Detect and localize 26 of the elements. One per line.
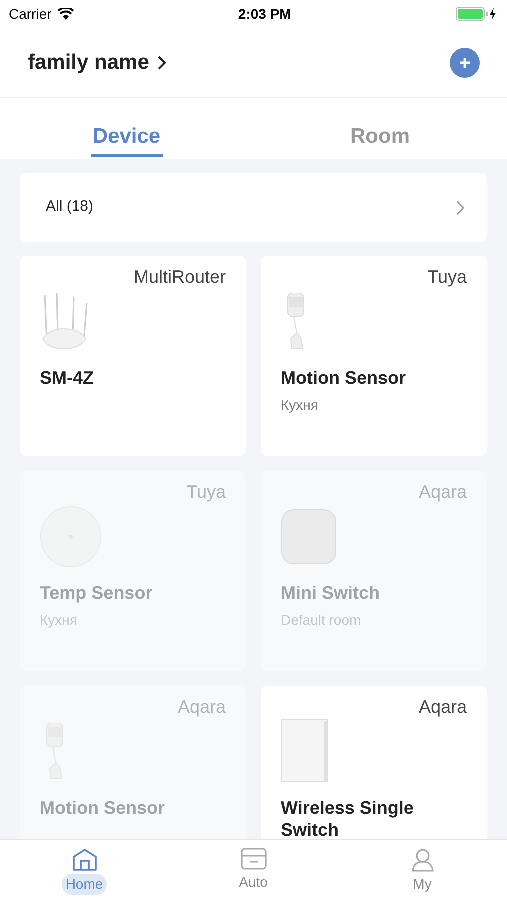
nav-tab[interactable]: My [409,874,436,895]
device-name: SM-4Z [40,367,95,389]
device-name: Motion Sensor [281,367,407,389]
clock-time: 2:03 PM [238,4,292,24]
family-selector[interactable]: family name [28,46,168,78]
nav-tab[interactable]: Auto [235,872,272,893]
all-devices-row[interactable]: All (18) [20,173,487,242]
device-card[interactable]: Tuya Motion Sensor Кухня [261,256,487,456]
device-name: Temp Sensor [40,582,154,604]
room-label: Кухня [281,396,320,415]
carrier-name: Carrier [9,4,52,24]
device-card[interactable]: Aqara Wireless Single Switch [261,686,487,839]
brand-label: Tuya [428,266,467,289]
device-name: Motion Sensor [40,797,166,819]
brand-label: MultiRouter [134,266,226,289]
brand-label: Aqara [418,481,467,504]
device-card[interactable]: Aqara Motion Sensor [20,686,246,839]
nav-tab[interactable]: Home [62,874,108,895]
brand-label: Aqara [178,696,226,719]
device-card[interactable]: MultiRouter SM-4Z [20,256,246,456]
tab[interactable]: Room [348,120,412,157]
brand-label: Aqara [418,696,467,719]
device-name: Mini Switch [281,582,381,604]
tab[interactable]: Device [90,120,163,157]
brand-label: Tuya [186,481,226,504]
device-name: Wireless Single Switch [281,797,415,839]
